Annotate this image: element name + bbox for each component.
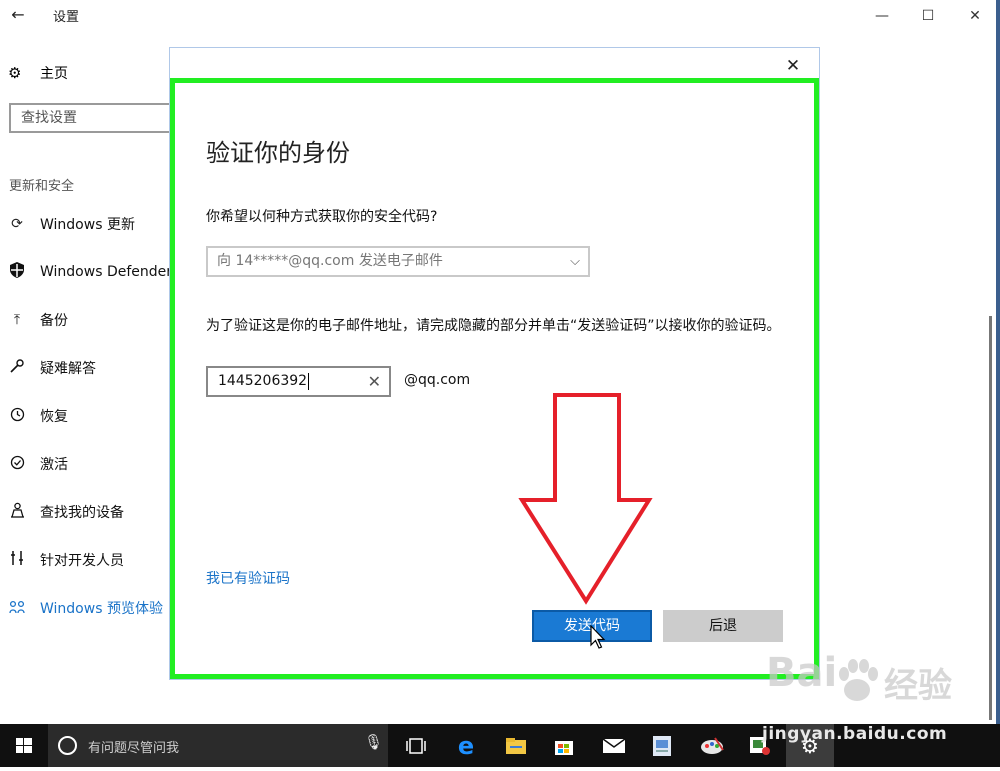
check-circle-icon: [8, 455, 26, 474]
sync-icon: ⟳: [11, 216, 23, 232]
sidebar-item-windows-defender[interactable]: Windows Defender: [8, 260, 172, 284]
back-button[interactable]: 后退: [663, 610, 783, 642]
sidebar-item-label: 备份: [40, 313, 68, 329]
baidu-paw-icon: [839, 659, 878, 701]
task-view-icon[interactable]: [392, 724, 440, 767]
sidebar-item-label: Windows 更新: [40, 217, 135, 233]
clear-icon[interactable]: ✕: [368, 368, 381, 395]
sidebar-section-title: 更新和安全: [9, 179, 75, 194]
red-down-arrow-annotation: [518, 393, 653, 605]
gear-icon: ⚙: [8, 64, 22, 82]
wrench-icon: [8, 359, 26, 377]
sidebar-item-backup[interactable]: ⤒ 备份: [8, 308, 68, 332]
windows-start-icon[interactable]: [0, 724, 48, 767]
chevron-down-icon: ⌵: [570, 254, 580, 269]
sidebar-item-label: Windows 预览体验: [40, 601, 163, 617]
edge-icon[interactable]: e: [442, 724, 490, 767]
sidebar-item-developers[interactable]: 针对开发人员: [8, 548, 124, 572]
microphone-icon[interactable]: 🎙: [364, 733, 383, 751]
close-window-button[interactable]: ✕: [955, 4, 995, 28]
mouse-cursor-icon: [590, 625, 606, 649]
history-icon: [8, 407, 26, 426]
sidebar-item-label: Windows Defender: [40, 264, 173, 280]
email-field[interactable]: 1445206392 ✕: [206, 366, 391, 397]
dialog-question: 你希望以何种方式获取你的安全代码?: [206, 209, 438, 225]
dialog-heading: 验证你的身份: [206, 139, 350, 167]
email-domain: @qq.com: [404, 372, 471, 388]
sidebar-home[interactable]: ⚙ 主页: [8, 62, 68, 84]
sidebar-item-label: 恢复: [40, 409, 68, 425]
email-input-value: 1445206392: [218, 373, 308, 389]
desktop-edge: [996, 0, 1000, 724]
mail-icon[interactable]: [590, 724, 638, 767]
sidebar-item-label: 激活: [40, 457, 68, 473]
sidebar-item-label: 疑难解答: [40, 361, 96, 377]
selected-method: 向 14*****@qq.com 发送电子邮件: [217, 253, 443, 269]
settings-search-input[interactable]: 查找设置: [9, 103, 189, 133]
shield-icon: [8, 262, 26, 282]
back-arrow-icon[interactable]: ←: [8, 4, 28, 26]
have-code-link[interactable]: 我已有验证码: [206, 568, 290, 588]
sidebar-item-recovery[interactable]: 恢复: [8, 404, 68, 428]
taskbar-search-placeholder: 有问题尽管问我: [88, 741, 180, 756]
text-caret: [308, 372, 310, 390]
sidebar-item-label: 针对开发人员: [40, 553, 124, 569]
sidebar-item-find-my-device[interactable]: 查找我的设备: [8, 500, 124, 524]
scrollbar[interactable]: [989, 316, 992, 720]
sidebar-item-troubleshoot[interactable]: 疑难解答: [8, 356, 96, 380]
window-title-bar: ← 设置 — ☐ ✕: [0, 0, 1000, 34]
watermark-brand-cn: 经验: [884, 666, 952, 706]
dialog-instruction: 为了验证这是你的电子邮件地址，请完成隐藏的部分并单击“发送验证码”以接收你的验证…: [206, 318, 781, 334]
cortana-icon: [58, 736, 77, 755]
paint-app-icon[interactable]: [688, 724, 736, 767]
photo-app-icon[interactable]: [638, 724, 686, 767]
sidebar-item-activation[interactable]: 激活: [8, 452, 68, 476]
sidebar-item-windows-update[interactable]: ⟳ Windows 更新: [8, 212, 135, 236]
taskbar: 有问题尽管问我 🎙 e ⚙ jingyan.baidu.com: [0, 724, 1000, 767]
sidebar-item-label: 查找我的设备: [40, 505, 124, 521]
person-location-icon: [8, 502, 26, 522]
sidebar-home-label: 主页: [40, 66, 68, 82]
taskbar-search-box[interactable]: 有问题尽管问我 🎙: [48, 724, 388, 767]
upload-icon: ⤒: [13, 312, 21, 328]
developer-icon: [8, 550, 26, 570]
maximize-button[interactable]: ☐: [908, 4, 948, 28]
watermark-url: jingyan.baidu.com: [762, 724, 948, 744]
store-icon[interactable]: [540, 724, 588, 767]
insider-icon: [8, 599, 26, 618]
dialog-close-button[interactable]: ✕: [781, 54, 805, 78]
window-title: 设置: [53, 10, 80, 25]
minimize-button[interactable]: —: [862, 4, 902, 28]
file-explorer-icon[interactable]: [492, 724, 540, 767]
verification-method-select[interactable]: 向 14*****@qq.com 发送电子邮件 ⌵: [206, 246, 590, 277]
sidebar-item-windows-insider[interactable]: Windows 预览体验: [8, 596, 163, 620]
